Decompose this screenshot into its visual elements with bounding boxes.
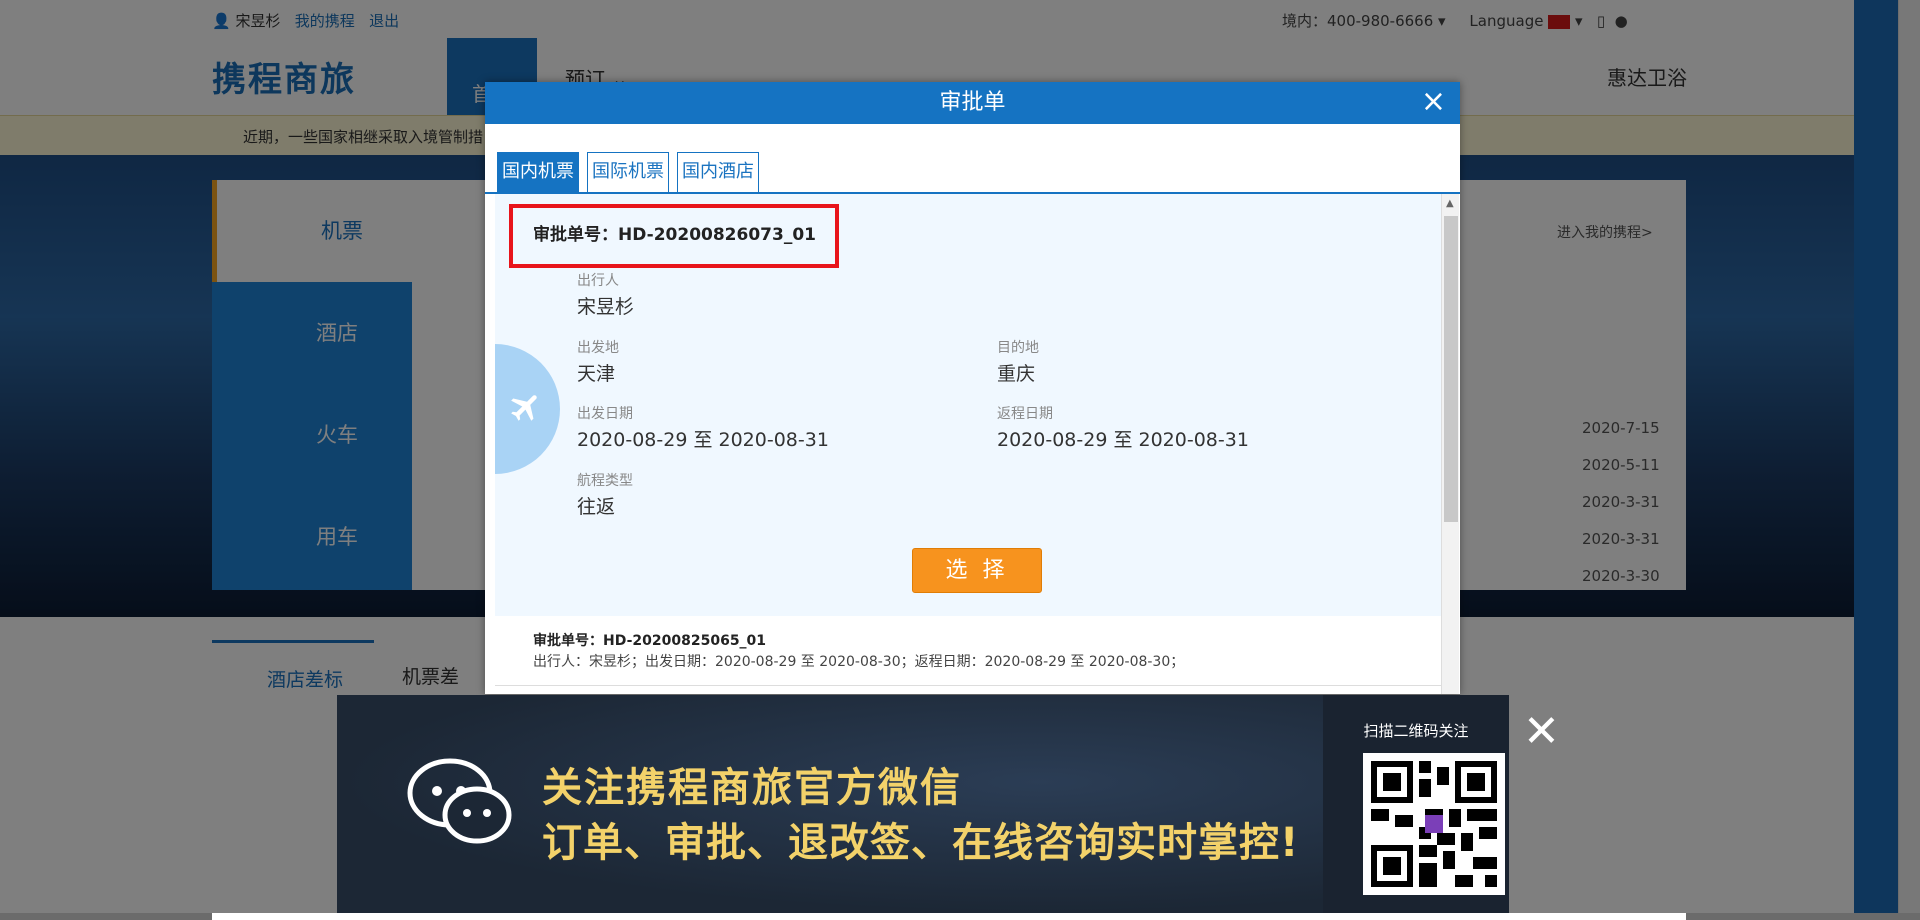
close-icon[interactable]: × (1421, 82, 1446, 122)
from-label: 出发地 (577, 340, 619, 356)
trip-type-label: 航程类型 (577, 473, 633, 489)
qr-code-icon (1371, 761, 1497, 887)
qr-code (1363, 753, 1505, 895)
qr-caption: 扫描二维码关注 (1363, 722, 1469, 740)
return-date-value: 2020-08-29 至 2020-08-31 (997, 429, 1249, 451)
scrollbar-thumb[interactable] (1444, 216, 1458, 522)
modal-scrollbar[interactable]: ▲ (1441, 194, 1459, 694)
depart-date-label: 出发日期 (577, 406, 633, 422)
plane-icon (511, 395, 537, 421)
to-label: 目的地 (997, 340, 1039, 356)
from-value: 天津 (577, 363, 616, 385)
approval-card-selected[interactable]: 审批单号：HD-20200826073_01 出行人 宋昱杉 出发地 天津 目的… (495, 194, 1441, 616)
tab-international-flight[interactable]: 国际机票 (587, 152, 669, 192)
approval-card[interactable]: 审批单号：HD-20200825065_01 出行人：宋昱杉；出发日期：2020… (495, 616, 1441, 686)
depart-date-value: 2020-08-29 至 2020-08-31 (577, 429, 829, 451)
select-button[interactable]: 选 择 (912, 548, 1042, 593)
tab-domestic-hotel[interactable]: 国内酒店 (677, 152, 759, 192)
qr-panel: 扫描二维码关注 (1323, 695, 1509, 913)
modal-title: 审批单 (939, 90, 1006, 115)
promo-headline: 关注携程商旅官方微信 (542, 765, 962, 811)
trip-type-value: 往返 (577, 496, 616, 518)
scroll-up-icon[interactable]: ▲ (1446, 198, 1454, 209)
approval-modal: 审批单 × 国内机票 国际机票 国内酒店 审批单号：HD-20200826073… (485, 82, 1460, 694)
traveler-value: 宋昱杉 (577, 296, 635, 318)
highlight-box (509, 204, 839, 268)
promo-close-icon[interactable]: ✕ (1523, 710, 1560, 754)
promo-subline: 订单、审批、退改签、在线咨询实时掌控! (542, 820, 1300, 866)
modal-tabs: 国内机票 国际机票 国内酒店 (485, 124, 1460, 194)
plane-badge (495, 344, 560, 474)
to-value: 重庆 (997, 363, 1036, 385)
modal-header: 审批单 × (485, 82, 1460, 124)
return-date-label: 返程日期 (997, 406, 1053, 422)
approval-number: 审批单号：HD-20200825065_01 (533, 633, 767, 649)
modal-body: 审批单号：HD-20200826073_01 出行人 宋昱杉 出发地 天津 目的… (485, 194, 1460, 694)
wechat-promo-banner: 关注携程商旅官方微信 订单、审批、退改签、在线咨询实时掌控! 扫描二维码关注 (337, 695, 1509, 913)
chat-bubbles-icon (407, 758, 512, 844)
approval-detail: 出行人：宋昱杉；出发日期：2020-08-29 至 2020-08-30；返程日… (533, 654, 1185, 670)
tab-domestic-flight[interactable]: 国内机票 (497, 152, 579, 192)
traveler-label: 出行人 (577, 273, 619, 289)
